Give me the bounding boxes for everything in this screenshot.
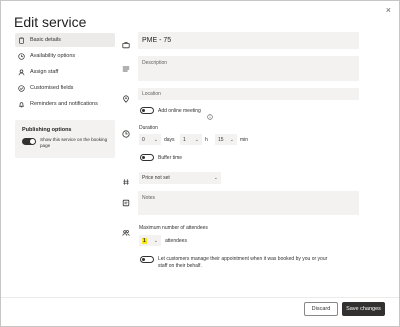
sidebar-item-basic-details[interactable]: Basic details [15,33,115,47]
location-pin-icon [122,90,130,103]
person-icon [18,68,25,76]
dialog-title: Edit service [14,14,87,30]
attendees-input[interactable]: 1 ⌄ [139,235,161,246]
manage-appointment-toggle[interactable] [140,256,154,263]
duration-hours-input[interactable]: 1 ⌄ [180,134,202,145]
duration-hours-value: 1 [183,136,186,143]
close-icon[interactable]: × [386,5,391,15]
duration-minutes-value: 15 [218,136,224,143]
bell-icon [18,101,25,108]
info-icon[interactable] [207,107,213,120]
duration-minutes-input[interactable]: 15 ⌄ [215,134,237,145]
edit-service-dialog: × Edit service Basic details Availabilit… [0,0,400,327]
duration-days-value: 0 [142,136,145,143]
clock-icon [122,125,130,138]
clipboard-icon [18,37,25,44]
sidebar-item-label: Basic details [30,37,61,43]
hours-unit-label: h [205,137,208,143]
sidebar-item-customised-fields[interactable]: Customised fields [15,81,115,95]
sidebar-item-label: Customised fields [30,85,74,91]
chevron-down-icon: ⌄ [153,136,158,143]
attendees-value: 1 [142,237,147,244]
sidebar-item-label: Reminders and notifications [30,101,98,107]
price-select[interactable]: Price not set ⌄ [139,172,221,184]
price-value: Price not set [142,175,170,181]
days-unit-label: days [164,137,175,143]
duration-label: Duration [139,125,158,131]
chevron-down-icon: ⌄ [194,136,199,143]
chevron-down-icon: ⌄ [229,136,234,143]
currency-icon [122,173,130,185]
publishing-options-title: Publishing options [22,127,72,133]
publishing-toggle-label: Show this service on the booking page [40,137,108,148]
notes-input[interactable]: Notes [138,191,359,215]
sidebar-item-reminders[interactable]: Reminders and notifications [15,97,115,111]
publishing-options-card: Publishing options Show this service on … [15,120,115,158]
description-input[interactable]: Description [138,56,359,81]
minutes-unit-label: min [240,137,249,143]
buffer-time-label: Buffer time [158,155,183,161]
attendees-label: Maximum number of attendees [139,225,208,231]
attendees-unit-label: attendees [165,238,187,244]
notes-icon [122,194,130,207]
sidebar-nav: Basic details Availability options Assig… [15,33,115,113]
buffer-time-toggle[interactable] [140,154,154,161]
sidebar-item-label: Assign staff [30,69,59,75]
dialog-footer [1,297,399,298]
save-changes-button[interactable]: Save changes [342,302,385,316]
description-lines-icon [122,60,130,72]
briefcase-icon [122,36,130,49]
online-meeting-toggle[interactable] [140,107,154,114]
publishing-toggle[interactable] [22,138,36,145]
duration-days-input[interactable]: 0 ⌄ [139,134,161,145]
online-meeting-label: Add online meeting [158,108,201,114]
clock-icon [18,52,25,60]
service-name-input[interactable]: PME - 75 [138,32,359,49]
chevron-down-icon: ⌄ [213,175,218,181]
location-input[interactable]: Location [138,88,359,100]
discard-button[interactable]: Discard [304,302,338,316]
manage-appointment-label: Let customers manage their appointment w… [158,256,328,269]
people-icon [122,224,130,236]
check-circle-icon [18,84,25,92]
chevron-down-icon: ⌄ [153,237,158,244]
sidebar-item-label: Availability options [30,53,76,59]
sidebar-item-availability-options[interactable]: Availability options [15,49,115,63]
sidebar-item-assign-staff[interactable]: Assign staff [15,65,115,79]
